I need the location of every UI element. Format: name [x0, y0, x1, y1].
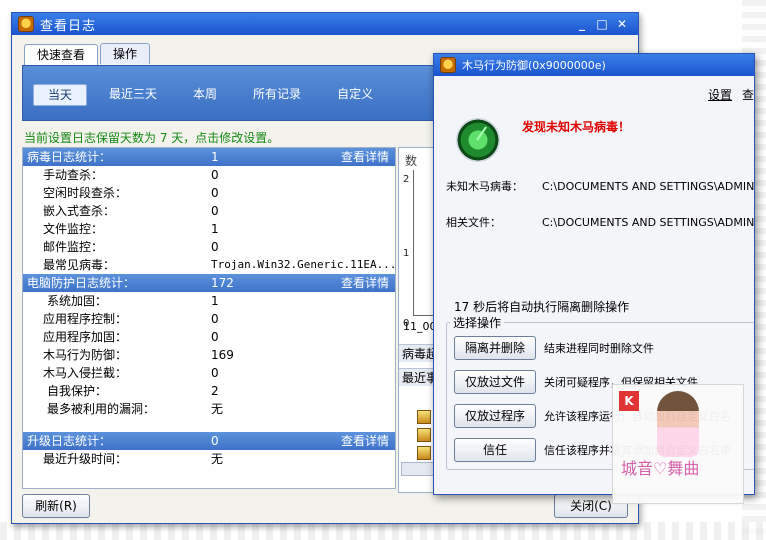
log-viewer-titlebar[interactable]: 查看日志 _ □ ✕: [12, 13, 638, 35]
range-today[interactable]: 当天: [33, 84, 88, 106]
countdown-text: 17 秒后将自动执行隔离删除操作: [454, 300, 630, 314]
virus-details-link[interactable]: 查看详情: [341, 148, 389, 166]
refresh-button[interactable]: 刷新(R): [22, 494, 90, 518]
close-icon[interactable]: ✕: [614, 17, 630, 31]
range-custom[interactable]: 自定义: [323, 84, 387, 104]
stat-row: 木马入侵拦截： 0: [43, 366, 219, 380]
stat-row: 最常见病毒： Trojan.Win32.Generic.11EA...: [43, 258, 397, 272]
allow-program-only-button[interactable]: 仅放过程序: [454, 404, 536, 428]
event-icon: [417, 410, 431, 424]
maximize-icon[interactable]: □: [594, 17, 610, 31]
popup-titlebar[interactable]: 木马行为防御(0x9000000e): [434, 54, 754, 76]
related-file-path: C:\DOCUMENTS AND SETTINGS\ADMINISTR: [542, 216, 755, 229]
chart-label: 数: [405, 154, 418, 168]
stat-row: 空闲时段查杀： 0: [43, 186, 219, 200]
window-title: 查看日志: [40, 18, 97, 34]
group-title: 选择操作: [450, 314, 505, 331]
unknown-trojan-path: C:\DOCUMENTS AND SETTINGS\ADMINIS: [542, 180, 755, 193]
app-shield-icon: [440, 57, 456, 73]
watermark-sticker: K 城音♡舞曲: [612, 384, 744, 504]
minimize-icon[interactable]: _: [574, 17, 590, 31]
log-statistics-panel: 病毒日志统计： 1 查看详情 手动查杀： 0 空闲时段查杀： 0 嵌入式查杀： 0 文…: [22, 147, 396, 489]
stat-row: 木马行为防御： 169: [43, 348, 234, 362]
virus-log-header: 病毒日志统计： 1 查看详情: [23, 148, 395, 166]
quarantine-delete-button[interactable]: 隔离并删除: [454, 336, 536, 360]
allow-file-only-button[interactable]: 仅放过文件: [454, 370, 536, 394]
app-shield-icon: [18, 16, 34, 32]
stat-row: 自我保护： 2: [47, 384, 219, 398]
related-file-info: 相关文件： C:\DOCUMENTS AND SETTINGS\ADMINISTR: [446, 214, 755, 230]
stat-row: 邮件监控： 0: [43, 240, 219, 254]
related-file-label: 相关文件：: [446, 216, 501, 229]
event-icon: [417, 446, 431, 460]
tab-quick-view[interactable]: 快速查看: [24, 44, 99, 65]
y-tick-2: 2: [403, 174, 410, 185]
event-icon: [417, 428, 431, 442]
cartoon-girl-illustration: [657, 391, 699, 457]
view-link[interactable]: 查: [742, 86, 754, 103]
update-log-header: 升级日志统计： 0 查看详情: [23, 432, 395, 450]
watermark-text: 城音♡舞曲: [621, 459, 700, 478]
y-tick-1: 1: [403, 248, 410, 259]
stat-row: 应用程序控制： 0: [43, 312, 219, 326]
unknown-trojan-label: 未知木马病毒：: [446, 180, 523, 193]
stat-row: 最近升级时间：无: [43, 452, 224, 466]
unknown-trojan-info: 未知木马病毒： C:\DOCUMENTS AND SETTINGS\ADMINIS: [446, 178, 755, 194]
range-last-three-days[interactable]: 最近三天: [95, 84, 171, 104]
range-this-week[interactable]: 本周: [179, 84, 231, 104]
stat-row: 手动查杀： 0: [43, 168, 219, 182]
trust-button[interactable]: 信任: [454, 438, 536, 462]
tab-bar: 快速查看 操作: [24, 43, 152, 65]
action-description: 结束进程同时删除文件: [544, 342, 654, 355]
stat-row: 应用程序加固： 0: [43, 330, 219, 344]
stat-row: 最多被利用的漏洞：无: [47, 402, 224, 416]
tab-operations[interactable]: 操作: [100, 43, 151, 64]
stat-row: 文件监控： 1: [43, 222, 219, 236]
retention-setting-link[interactable]: 当前设置日志保留天数为 7 天，点击修改设置。: [24, 129, 279, 146]
popup-title: 木马行为防御(0x9000000e): [462, 59, 606, 72]
x-tick-label: 11_00: [403, 320, 437, 333]
range-all-records[interactable]: 所有记录: [239, 84, 315, 104]
stat-row: 嵌入式查杀： 0: [43, 204, 219, 218]
radar-scan-icon: [456, 118, 500, 162]
protection-log-header: 电脑防护日志统计： 172 查看详情: [23, 274, 395, 292]
torn-edge-bottom: [0, 522, 766, 540]
update-details-link[interactable]: 查看详情: [341, 432, 389, 450]
stat-row: 系统加固： 1: [47, 294, 219, 308]
settings-link[interactable]: 设置: [708, 86, 732, 103]
watermark-logo: K: [619, 391, 639, 411]
alert-title: 发现未知木马病毒！: [522, 120, 631, 134]
protection-details-link[interactable]: 查看详情: [341, 274, 389, 292]
